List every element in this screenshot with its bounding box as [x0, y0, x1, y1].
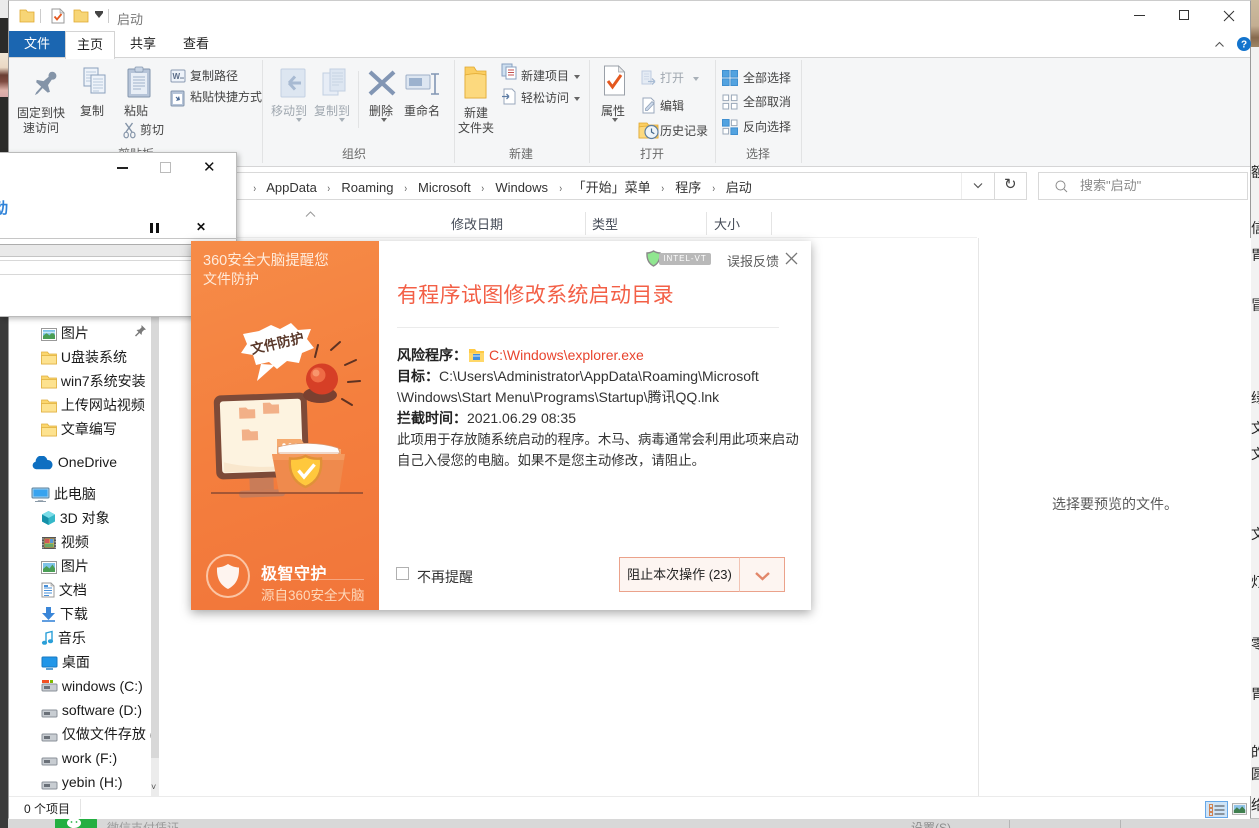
svg-text:W: W [173, 72, 181, 81]
svg-text:?: ? [1241, 40, 1247, 51]
